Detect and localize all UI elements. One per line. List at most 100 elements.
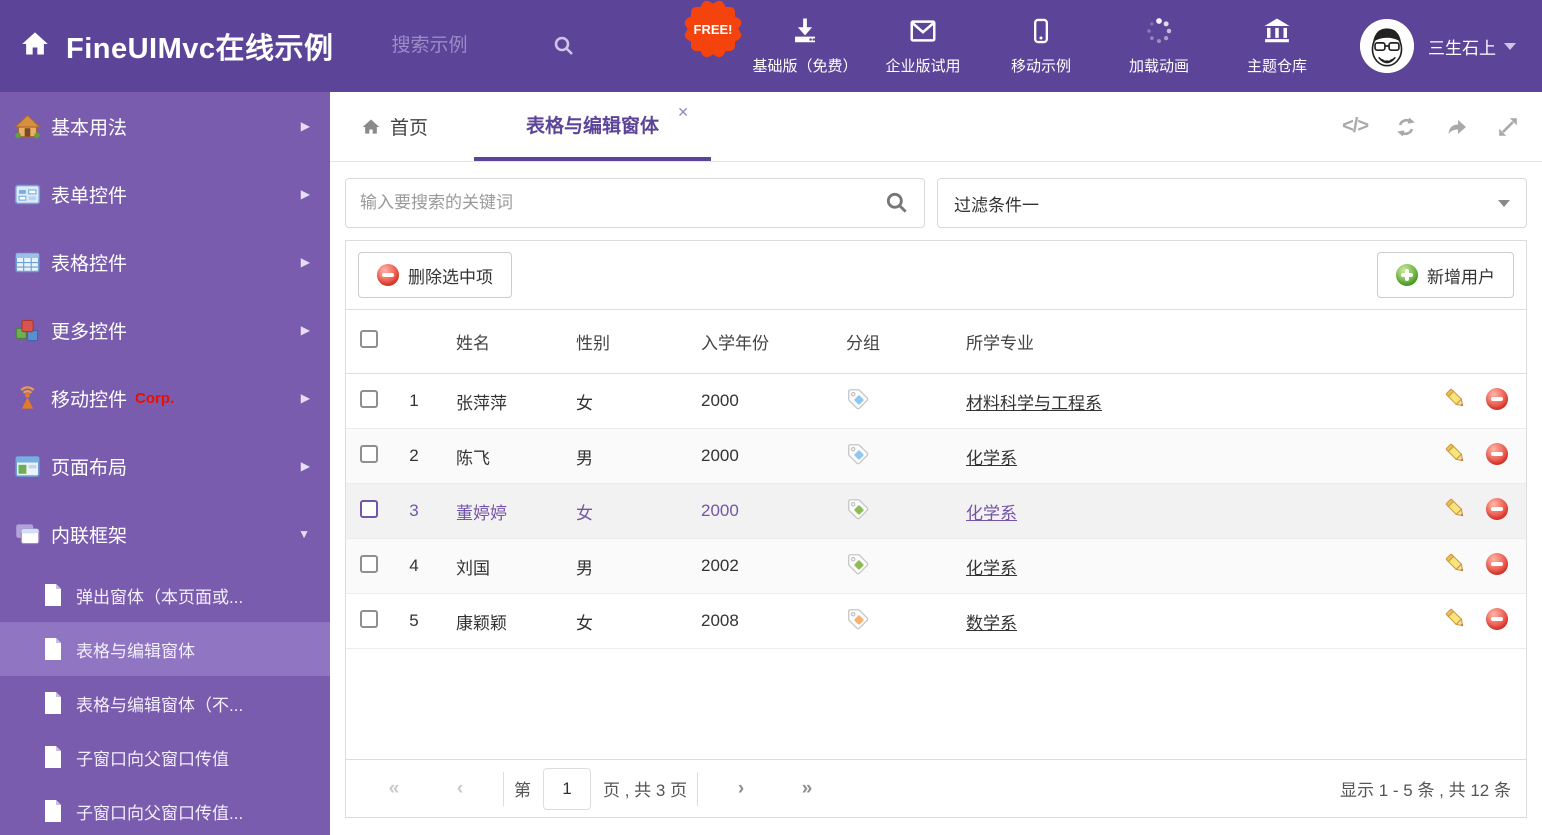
column-name: 姓名 [456,334,490,353]
envelope-icon [910,20,936,42]
delete-button[interactable] [1466,442,1526,470]
cell-gender: 男 [576,558,593,578]
header-nav: 基础版（免费） 企业版试用 移动示例 加载动画 主题仓库 [746,16,1336,76]
sidebar-item[interactable]: 页面布局 ▶ ▼ [0,432,330,500]
major-link[interactable]: 化学系 [966,449,1017,468]
row-checkbox[interactable] [360,389,378,408]
sidebar-subitem[interactable]: 弹出窗体（本页面或... [0,568,330,622]
nav-label: 加载动画 [1128,58,1189,75]
edit-button[interactable] [1424,497,1466,525]
header-search-input[interactable] [391,35,542,57]
sidebar-item[interactable]: 内联框架 ▶ ▼ [0,500,330,568]
nav-basic-edition[interactable]: 基础版（免费） [746,16,864,76]
sidebar-item[interactable]: 表单控件 ▶ ▼ [0,160,330,228]
delete-button[interactable] [1466,607,1526,635]
cell-gender: 女 [576,393,593,413]
row-checkbox[interactable] [360,609,378,628]
record-summary: 显示 1 - 5 条 , 共 12 条 [1340,781,1511,800]
cell-gender: 女 [576,613,593,633]
row-checkbox[interactable] [360,554,378,573]
row-checkbox[interactable] [360,499,378,518]
nav-loading-animation[interactable]: 加载动画 [1100,16,1218,76]
keyword-searchbox[interactable] [345,178,925,228]
edit-button[interactable] [1424,442,1466,470]
sidebar-item[interactable]: 基本用法 ▶ ▼ [0,92,330,160]
minus-circle-icon [1486,442,1508,465]
major-link[interactable]: 化学系 [966,504,1017,523]
cell-group [826,607,946,636]
filter-dropdown[interactable]: 过滤条件一 [937,178,1527,228]
row-checkbox[interactable] [360,444,378,463]
cell-name: 刘国 [456,558,490,578]
sidebar-item-label: 基本用法 [51,117,128,139]
table-row[interactable]: 2 陈飞 男 2000 化学系 [346,429,1526,484]
refresh-button[interactable] [1394,115,1418,139]
nav-enterprise-trial[interactable]: 企业版试用 [864,16,982,76]
chevron-right-icon: ▶ [300,255,310,269]
sidebar-item-icon [14,181,41,208]
sidebar-item[interactable]: 更多控件 ▶ ▼ [0,296,330,364]
edit-button[interactable] [1424,552,1466,580]
cell-year: 2000 [701,501,739,520]
table-row[interactable]: 1 张萍萍 女 2000 材料科学与工程系 [346,374,1526,429]
sidebar-item-icon [13,113,42,140]
home-icon[interactable] [20,30,50,63]
nav-theme-store[interactable]: 主题仓库 [1218,16,1336,76]
sidebar-subitem-label: 弹出窗体（本页面或... [76,587,244,607]
select-all-checkbox[interactable] [360,330,378,348]
cell-year: 2000 [701,446,739,465]
sidebar-subitem[interactable]: 子窗口向父窗口传值 [0,730,330,784]
last-page-button[interactable]: » [774,778,840,800]
delete-selected-button[interactable]: 删除选中项 [358,252,512,298]
tab-home[interactable]: 首页 [344,92,444,161]
edit-button[interactable] [1424,607,1466,635]
filter-row: 过滤条件一 [330,162,1542,228]
tab-label: 首页 [390,118,429,139]
row-index: 5 [409,611,419,630]
delete-button[interactable] [1466,552,1526,580]
prev-page-button[interactable]: ‹ [427,778,493,800]
tab-grid-edit-window[interactable]: 表格与编辑窗体 ✕ [474,92,712,161]
row-index: 3 [409,501,419,520]
filter-dropdown-value: 过滤条件一 [954,195,1039,215]
sidebar-subitem[interactable]: 子窗口向父窗口传值... [0,784,330,835]
expand-button[interactable] [1496,115,1520,139]
delete-button[interactable] [1466,497,1526,525]
delete-button[interactable] [1466,387,1526,415]
source-code-button[interactable]: </> [1342,115,1369,138]
next-page-button[interactable]: › [708,778,774,800]
major-link[interactable]: 化学系 [966,559,1017,578]
edit-button[interactable] [1424,387,1466,415]
sidebar-item-label: 表单控件 [51,185,128,207]
avatar [1360,19,1414,73]
sidebar-subitem-label: 子窗口向父窗口传值... [76,803,244,823]
file-icon [42,583,64,607]
header-search[interactable] [391,34,576,58]
chevron-right-icon: ▶ [300,119,310,133]
user-menu[interactable]: 三生石上 [1360,19,1516,73]
sidebar-item[interactable]: 表格控件 ▶ ▼ [0,228,330,296]
file-icon [42,745,64,769]
page-number-input[interactable] [543,767,591,810]
share-button[interactable] [1444,115,1470,139]
cell-group [826,387,946,416]
cell-group [826,497,946,526]
table-row[interactable]: 5 康颖颖 女 2008 数学系 [346,594,1526,649]
major-link[interactable]: 数学系 [966,614,1017,633]
table-row[interactable]: 4 刘国 男 2002 化学系 [346,539,1526,594]
search-icon[interactable] [884,190,910,216]
sidebar-subitem[interactable]: 表格与编辑窗体 [0,622,330,676]
table-row[interactable]: 3 董婷婷 女 2000 化学系 [346,484,1526,539]
tag-icon [848,388,869,409]
keyword-search-input[interactable] [360,193,884,213]
major-link[interactable]: 材料科学与工程系 [966,394,1102,413]
first-page-button[interactable]: « [361,778,427,800]
add-user-button[interactable]: 新增用户 [1377,252,1514,298]
page-suffix: 页 , 共 3 页 [603,781,688,800]
pencil-icon [1445,553,1464,572]
minus-circle-icon [1486,607,1508,630]
sidebar-subitem[interactable]: 表格与编辑窗体（不... [0,676,330,730]
sidebar-item[interactable]: 移动控件 Corp. ▶ ▼ [0,364,330,432]
close-icon[interactable]: ✕ [677,104,689,121]
nav-mobile-demo[interactable]: 移动示例 [982,16,1100,76]
